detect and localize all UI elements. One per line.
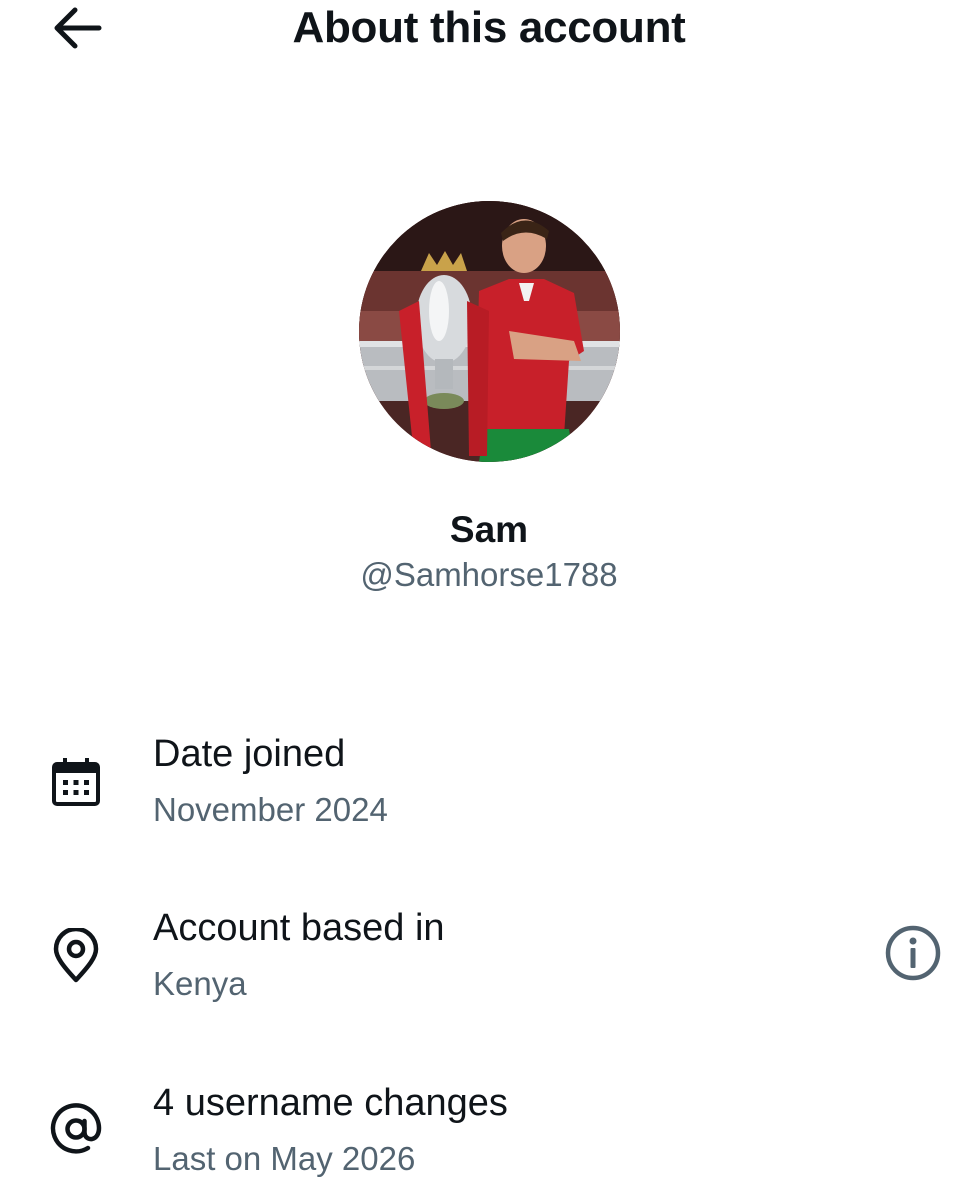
row-title: Date joined (153, 733, 346, 775)
username-changes-row: 4 username changes Last on May 2026 (0, 1073, 978, 1193)
date-joined-row: Date joined November 2024 (0, 724, 978, 844)
avatar[interactable] (359, 201, 620, 462)
row-subtitle: Kenya (153, 965, 247, 1002)
row-title: Account based in (153, 907, 445, 949)
calendar-icon (46, 752, 106, 812)
at-sign-icon (46, 1099, 106, 1159)
display-name: Sam (449, 509, 529, 550)
row-subtitle: November 2024 (153, 791, 388, 828)
info-button[interactable] (880, 920, 946, 986)
avatar-image (359, 201, 620, 462)
row-subtitle: Last on May 2026 (153, 1140, 416, 1177)
info-icon (885, 925, 941, 981)
header-bar: About this account (0, 0, 978, 60)
location-pin-icon (46, 926, 106, 986)
row-title: 4 username changes (153, 1082, 508, 1124)
account-based-in-row: Account based in Kenya (0, 898, 978, 1018)
page-title: About this account (292, 3, 686, 52)
username-handle: @Samhorse1788 (360, 556, 618, 593)
